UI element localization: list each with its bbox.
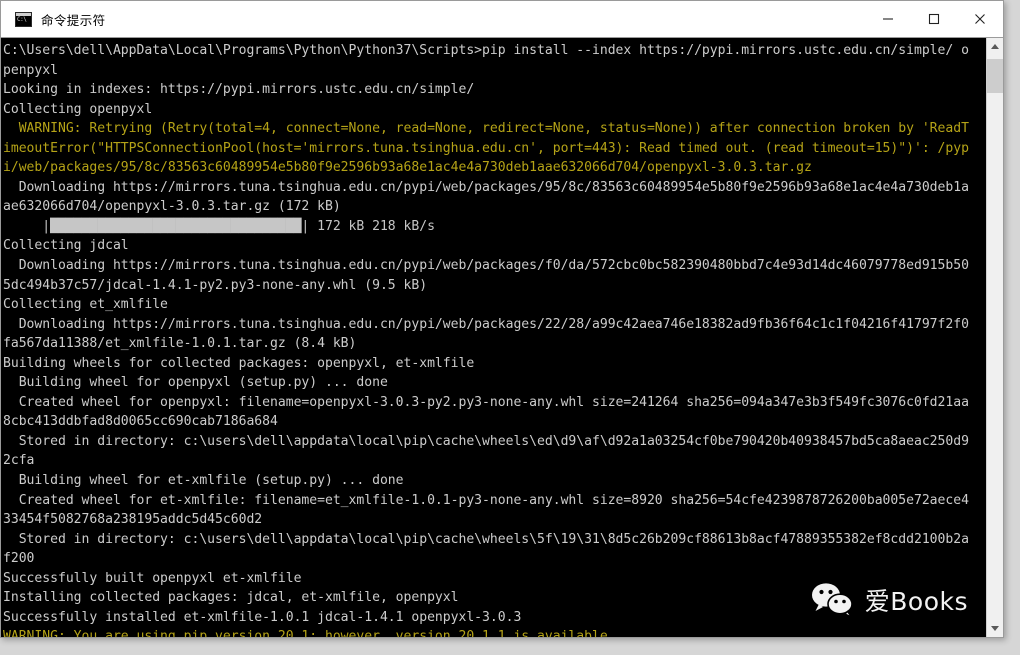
window-controls <box>865 1 1003 37</box>
vertical-scrollbar[interactable] <box>986 38 1003 637</box>
close-button[interactable] <box>957 1 1003 37</box>
terminal-output[interactable]: C:\Users\dell\AppData\Local\Programs\Pyt… <box>1 38 986 637</box>
console-area: C:\Users\dell\AppData\Local\Programs\Pyt… <box>1 37 1003 637</box>
minimize-button[interactable] <box>865 1 911 37</box>
cmd-icon <box>15 11 32 27</box>
scroll-up-button[interactable] <box>987 38 1003 55</box>
scrollbar-track[interactable] <box>987 55 1003 620</box>
command-prompt-window: 命令提示符 C:\Users\dell\AppData\Local\Progra… <box>0 0 1004 638</box>
chevron-up-icon <box>991 44 999 49</box>
window-titlebar[interactable]: 命令提示符 <box>1 1 1003 37</box>
chevron-down-icon <box>991 626 999 631</box>
window-title: 命令提示符 <box>41 12 106 28</box>
scroll-down-button[interactable] <box>987 620 1003 637</box>
terminal-text: C:\Users\dell\AppData\Local\Programs\Pyt… <box>3 43 969 637</box>
scrollbar-thumb[interactable] <box>987 59 1003 93</box>
maximize-button[interactable] <box>911 1 957 37</box>
desktop-background: 命令提示符 C:\Users\dell\AppData\Local\Progra… <box>0 0 1020 655</box>
